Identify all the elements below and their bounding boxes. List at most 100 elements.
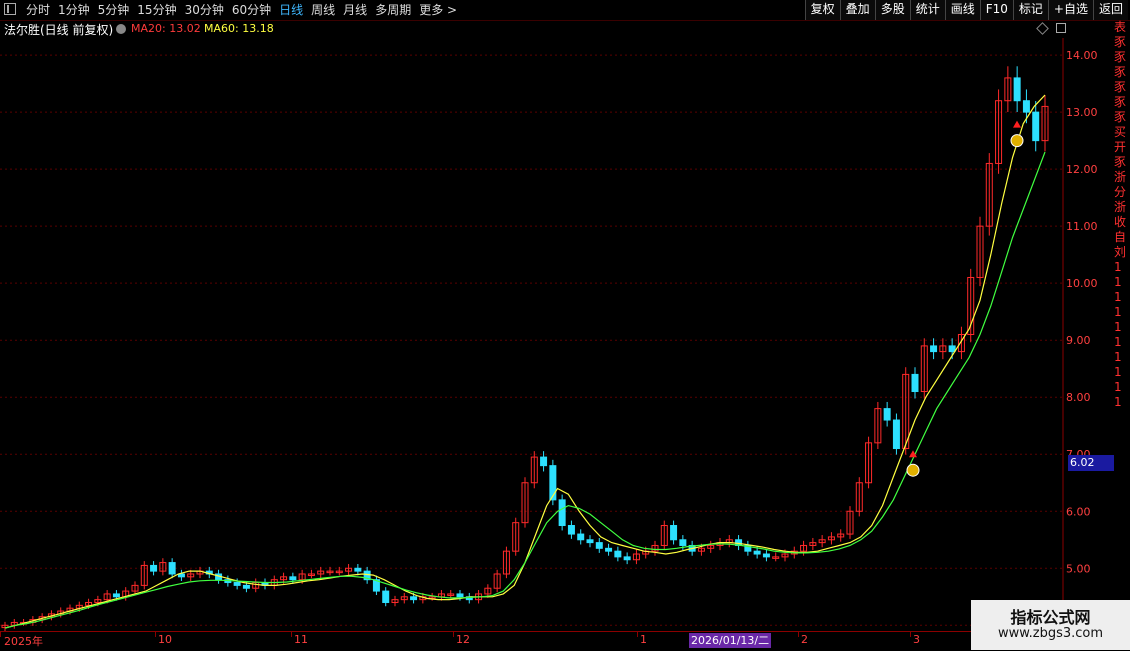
candle-body [567, 525, 575, 535]
candle-body [540, 456, 548, 467]
candle-body [410, 596, 418, 601]
ma-slow-line [4, 151, 1046, 629]
window-icon[interactable] [1056, 23, 1066, 33]
f10-button[interactable]: F10 [979, 0, 1013, 20]
candle-body [289, 576, 297, 581]
date-tick [155, 632, 156, 637]
candle-body [168, 562, 176, 575]
date-tick [637, 632, 638, 637]
crosshair-date-label: 2026/01/13/二 [689, 633, 772, 648]
strip-char: 1 [1114, 395, 1122, 409]
back-button[interactable]: 返回 [1092, 0, 1128, 20]
candle-body [549, 465, 557, 501]
date-tick [910, 632, 911, 637]
y-tick-label: 8.00 [1066, 391, 1091, 404]
candle-body [1032, 111, 1040, 142]
indicator-menu-icon[interactable] [116, 24, 126, 34]
date-tick [0, 632, 1, 637]
panel-toggle-icon[interactable] [4, 3, 16, 15]
statistics-button[interactable]: 统计 [909, 0, 945, 20]
strip-char: 豕 [1114, 110, 1127, 124]
candle-body [354, 567, 362, 572]
candle-body [595, 542, 603, 549]
draw-line-button[interactable]: 画线 [944, 0, 980, 20]
buy-signal-icon [906, 463, 920, 477]
candle-body [911, 373, 919, 393]
candle-body [605, 547, 613, 552]
strip-char: 买 [1114, 125, 1127, 139]
add-watchlist-button[interactable]: +自选 [1047, 0, 1093, 20]
buy-signal-icon [1010, 134, 1024, 148]
watermark-title: 指标公式网 [1010, 608, 1091, 627]
mark-button[interactable]: 标记 [1012, 0, 1048, 20]
candle-body [679, 539, 687, 546]
tab-monthly[interactable]: 月线 [339, 1, 371, 19]
candle-body [948, 345, 956, 353]
stock-title: 法尔胜(日线 前复权) [4, 23, 114, 37]
date-label: 10 [158, 633, 172, 646]
candle-body [753, 550, 761, 555]
watermark-url: www.zbgs3.com [997, 626, 1104, 641]
strip-char: 1 [1114, 320, 1122, 334]
period-tabs: 分时 1分钟 5分钟 15分钟 30分钟 60分钟 日线 周线 月线 多周期 更… [22, 1, 461, 19]
watermark: 指标公式网 www.zbgs3.com [971, 600, 1130, 650]
strip-char: 1 [1114, 260, 1122, 274]
buy-arrow-icon [1013, 120, 1021, 128]
strip-char: 开 [1114, 140, 1127, 154]
y-tick-label: 12.00 [1066, 163, 1098, 176]
tab-weekly[interactable]: 周线 [307, 1, 339, 19]
date-label: 3 [913, 633, 920, 646]
kline-chart[interactable]: 14.0013.0012.0011.0010.009.008.007.006.0… [0, 38, 1114, 631]
tab-15min[interactable]: 15分钟 [133, 1, 180, 19]
date-axis: 2025年 10 11 12 1 2 3 [0, 631, 1130, 651]
tab-more[interactable]: 更多 > [415, 1, 461, 19]
top-toolbar: 分时 1分钟 5分钟 15分钟 30分钟 60分钟 日线 周线 月线 多周期 更… [0, 0, 1130, 21]
date-label: 1 [640, 633, 647, 646]
tab-1min[interactable]: 1分钟 [54, 1, 94, 19]
tab-intraday[interactable]: 分时 [22, 1, 54, 19]
y-tick-label: 13.00 [1066, 106, 1098, 119]
candle-body [112, 593, 120, 598]
date-label: 12 [456, 633, 470, 646]
candle-body [930, 345, 938, 353]
date-label: 11 [294, 633, 308, 646]
candle-body [242, 584, 250, 589]
candle-body [670, 525, 678, 541]
strip-char: 1 [1114, 290, 1122, 304]
date-tick [798, 632, 799, 637]
strip-char: 豕 [1114, 80, 1127, 94]
date-tick [291, 632, 292, 637]
overlay-button[interactable]: 叠加 [839, 0, 875, 20]
candle-body [623, 556, 631, 561]
strip-char: 豕 [1114, 95, 1127, 109]
date-tick [453, 632, 454, 637]
date-label: 2 [801, 633, 808, 646]
tab-5min[interactable]: 5分钟 [94, 1, 134, 19]
tab-daily[interactable]: 日线 [275, 1, 307, 19]
strip-char: 1 [1114, 380, 1122, 394]
candle-body [883, 408, 891, 421]
strip-char: 收 [1114, 215, 1127, 229]
strip-char: 1 [1114, 365, 1122, 379]
candle-body [892, 419, 900, 450]
tab-multi-period[interactable]: 多周期 [371, 1, 415, 19]
adjust-button[interactable]: 复权 [804, 0, 840, 20]
y-tick-label: 14.00 [1066, 49, 1098, 62]
candle-body [456, 593, 464, 598]
y-tick-label: 6.00 [1066, 505, 1091, 518]
candle-body [558, 499, 566, 527]
candle-body [577, 533, 585, 541]
multi-stock-button[interactable]: 多股 [874, 0, 910, 20]
strip-char: 浙 [1114, 200, 1127, 214]
tab-60min[interactable]: 60分钟 [228, 1, 275, 19]
ma-fast-line [4, 94, 1046, 629]
date-label: 2025年 [4, 635, 43, 648]
strip-char: 豕 [1114, 50, 1127, 64]
strip-char: 刘 [1114, 245, 1127, 259]
strip-char: 1 [1114, 335, 1122, 349]
y-tick-label: 11.00 [1066, 220, 1098, 233]
current-price-tag: 6.02 [1068, 455, 1114, 471]
right-toolbar-buttons: 复权 叠加 多股 统计 画线 F10 标记 +自选 返回 [804, 0, 1128, 20]
indicator-info-bar: 法尔胜(日线 前复权) MA20: 13.02 MA60: 13.18 [0, 20, 1130, 38]
tab-30min[interactable]: 30分钟 [181, 1, 228, 19]
